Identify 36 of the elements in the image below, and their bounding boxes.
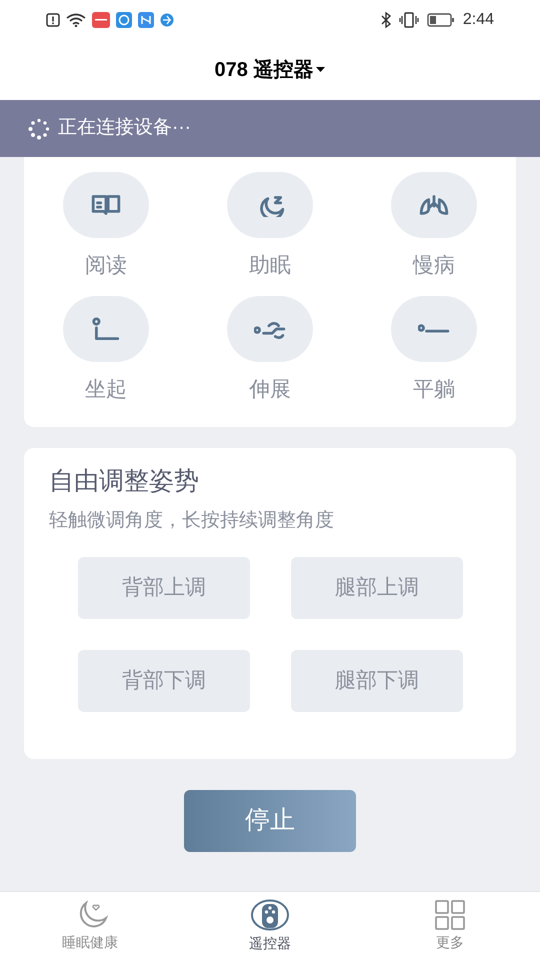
lungs-icon	[418, 193, 450, 217]
mode-button[interactable]: 平躺	[352, 296, 516, 405]
device-selector[interactable]: 078 遥控器	[214, 55, 326, 85]
vibrate-icon	[398, 12, 419, 28]
app-icon	[138, 12, 154, 28]
book-icon	[90, 193, 122, 217]
adjust-button[interactable]: 腿部上调	[291, 557, 463, 619]
lying-figure-icon	[418, 324, 450, 333]
mode-button[interactable]: 坐起	[24, 296, 188, 405]
status-time: 2:44	[462, 10, 494, 30]
app-icon	[116, 12, 132, 28]
nav-tab[interactable]: 睡眠健康	[0, 892, 180, 960]
loading-icon	[28, 118, 50, 140]
app-icon	[160, 13, 174, 27]
mode-button[interactable]: 阅读	[24, 172, 188, 282]
adjust-button[interactable]: 背部上调	[78, 557, 250, 619]
caret-icon	[316, 67, 326, 73]
stop-button[interactable]: 停止	[184, 790, 356, 852]
grid-icon	[435, 900, 465, 930]
mode-button[interactable]: 伸展	[188, 296, 352, 405]
mode-button[interactable]: 慢病	[352, 172, 516, 282]
bluetooth-icon	[380, 12, 391, 28]
remote-icon	[250, 898, 290, 930]
adjust-button[interactable]: 背部下调	[78, 650, 250, 712]
battery-icon	[426, 13, 455, 27]
adjust-button[interactable]: 腿部下调	[291, 650, 463, 712]
section-title: 自由调整姿势	[49, 466, 200, 497]
banner-text: 正在连接设备···	[58, 116, 191, 140]
app-icon	[92, 12, 110, 28]
seated-figure-icon	[90, 316, 122, 340]
nav-tab[interactable]: 遥控器	[180, 892, 360, 960]
section-subtitle: 轻触微调角度，长按持续调整角度	[49, 508, 335, 532]
alert-icon	[46, 13, 60, 27]
wifi-icon	[66, 13, 86, 27]
mode-button[interactable]: 助眠	[188, 172, 352, 282]
nav-tab[interactable]: 更多	[360, 892, 540, 960]
